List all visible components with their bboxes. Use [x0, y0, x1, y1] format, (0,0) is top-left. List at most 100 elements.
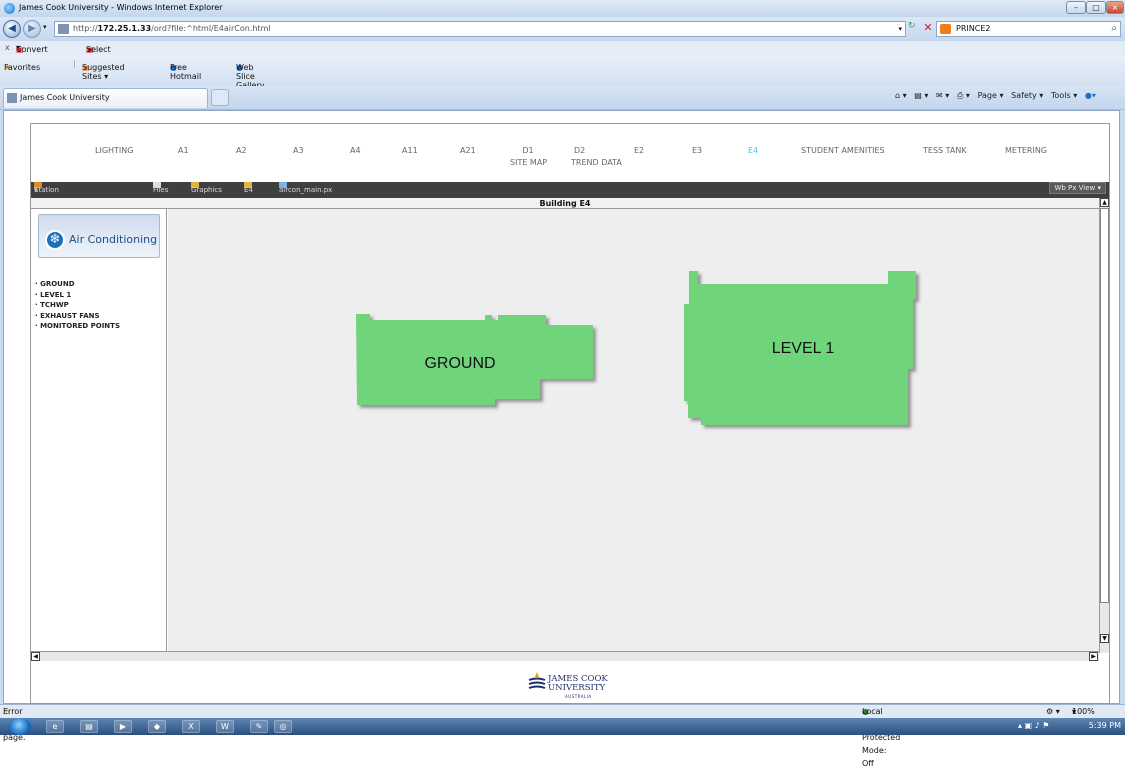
air-conditioning-banner: ❄ Air Conditioning — [38, 214, 160, 258]
excel-taskbar-icon[interactable]: X — [182, 720, 200, 733]
status-bar: ⚠ Error on page. ● Local intranet | Prot… — [0, 704, 1125, 768]
maximize-button[interactable]: □ — [1086, 1, 1106, 14]
divider: | — [73, 59, 76, 68]
building-nav: LIGHTING A1 A2 A3 A4 A11 A21 D1 SITE MAP… — [31, 124, 1109, 182]
vertical-scrollbar[interactable]: ▲ ▼ — [1099, 198, 1109, 653]
convert-toolbar: x ▣ Convert ▾ ▣ Select — [0, 41, 1125, 55]
nav-e2[interactable]: E2 — [634, 145, 644, 157]
nav-metering[interactable]: METERING — [1005, 145, 1047, 157]
explorer-taskbar-icon[interactable]: ▤ — [80, 720, 98, 733]
minimize-button[interactable]: – — [1066, 1, 1086, 14]
zone-text: Local intranet | Protected Mode: Off — [862, 707, 901, 768]
zoom-control[interactable]: ⌕ 100% ▾ — [1072, 705, 1095, 718]
mail-icon[interactable]: ✉ ▾ — [936, 91, 949, 100]
logo-line-2: UNIVERSITY — [548, 683, 606, 693]
forward-button[interactable]: ▶ — [23, 20, 41, 38]
nav-a21[interactable]: A21 — [460, 145, 476, 157]
tab-james-cook-university[interactable]: James Cook University — [3, 88, 208, 108]
select-label: Select — [86, 45, 111, 54]
jcu-logo[interactable]: JAMES COOK UNIVERSITY AUSTRALIA — [528, 670, 618, 700]
menu-item-ground[interactable]: · GROUND — [35, 279, 120, 290]
panel-title: Air Conditioning — [69, 233, 158, 246]
zoom-text: 100% — [1072, 707, 1095, 716]
start-button[interactable] — [9, 718, 31, 735]
breadcrumb-station[interactable]: Station (JCU_BMS_Server) ▾ — [34, 182, 97, 210]
address-field[interactable]: http://172.25.1.33/ord?file:^html/E4airC… — [54, 21, 906, 37]
tab-row: James Cook University ⌂ ▾ ▤ ▾ ✉ ▾ ⎙ ▾ Pa… — [0, 86, 1125, 110]
print-icon[interactable]: ⎙ ▾ — [957, 91, 970, 100]
safety-menu[interactable]: Safety ▾ — [1011, 91, 1043, 100]
tools-menu[interactable]: Tools ▾ — [1051, 91, 1077, 100]
nav-trend-data[interactable]: TREND DATA — [571, 157, 622, 169]
horizontal-scrollbar[interactable]: ◀ ▶ — [31, 651, 1099, 661]
nav-a11[interactable]: A11 — [402, 145, 418, 157]
ground-label[interactable]: GROUND — [424, 355, 495, 372]
nav-site-map[interactable]: SITE MAP — [510, 158, 547, 167]
search-provider-icon — [940, 24, 951, 34]
site-icon — [7, 93, 17, 103]
feeds-icon[interactable]: ▤ ▾ — [914, 91, 928, 100]
nav-a3[interactable]: A3 — [293, 145, 304, 157]
left-panel: ❄ Air Conditioning · GROUND · LEVEL 1 · … — [31, 209, 167, 651]
wb-px-view-dropdown[interactable]: Wb Px View ▾ — [1049, 182, 1106, 194]
help-icon[interactable]: ●▾ — [1085, 91, 1096, 100]
home-icon[interactable]: ⌂ ▾ — [895, 91, 907, 100]
media-taskbar-icon[interactable]: ▶ — [114, 720, 132, 733]
bms-frame: LIGHTING A1 A2 A3 A4 A11 A21 D1 SITE MAP… — [30, 123, 1110, 704]
browser-window: James Cook University - Windows Internet… — [0, 0, 1125, 768]
favorite-label-suggested: Suggested Sites ▾ — [82, 63, 125, 81]
nav-e3[interactable]: E3 — [692, 145, 702, 157]
paint-taskbar-icon[interactable]: ✎ — [250, 720, 268, 733]
nav-student-amenities[interactable]: STUDENT AMENITIES — [801, 145, 885, 157]
menu-item-level-1[interactable]: · LEVEL 1 — [35, 290, 120, 301]
nav-e4[interactable]: E4 — [748, 145, 758, 157]
nav-d1[interactable]: D1 SITE MAP — [510, 145, 547, 169]
page-footer: JAMES COOK UNIVERSITY AUSTRALIA — [31, 661, 1109, 703]
new-tab-button[interactable] — [211, 89, 229, 106]
favorite-label-hotmail: Free Hotmail — [170, 63, 202, 81]
close-toolbar-button[interactable]: x — [5, 43, 10, 52]
jcu-crest-icon — [528, 672, 546, 689]
convert-button[interactable]: ▣ Convert ▾ — [16, 43, 48, 54]
nav-a1[interactable]: A1 — [178, 145, 189, 157]
page-menu[interactable]: Page ▾ — [978, 91, 1004, 100]
scroll-up-button[interactable]: ▲ — [1100, 198, 1109, 207]
protected-mode-icon[interactable]: ⚙ ▾ — [1046, 705, 1060, 718]
nav-a4[interactable]: A4 — [350, 145, 361, 157]
scroll-left-button[interactable]: ◀ — [31, 652, 40, 661]
nav-lighting[interactable]: LIGHTING — [95, 145, 133, 157]
search-icon[interactable]: ⌕ — [1111, 22, 1117, 36]
tray-icons[interactable]: ▴ ▣ ♪ ⚑ — [1018, 721, 1049, 730]
breadcrumb-aircon-label: aircon_main.px — [279, 186, 333, 194]
breadcrumb-graphics-label: Graphics — [191, 186, 222, 194]
menu-item-tchwp[interactable]: · TCHWP — [35, 300, 120, 311]
level-1-label[interactable]: LEVEL 1 — [772, 340, 835, 357]
vertical-scroll-thumb[interactable] — [1100, 208, 1109, 603]
tab-title: James Cook University — [20, 93, 110, 102]
app-taskbar-icon[interactable]: ◆ — [148, 720, 166, 733]
word-taskbar-icon[interactable]: W — [216, 720, 234, 733]
refresh-icon[interactable]: ↻ — [908, 21, 916, 31]
nav-d1-label: D1 — [522, 146, 534, 155]
back-button[interactable]: ◀ — [3, 20, 21, 38]
menu-item-exhaust-fans[interactable]: · EXHAUST FANS — [35, 311, 120, 322]
breadcrumb-files-label: Files — [153, 186, 169, 194]
menu-item-monitored-points[interactable]: · MONITORED POINTS — [35, 321, 120, 332]
ie-taskbar-icon[interactable]: e — [46, 720, 64, 733]
address-row: ◀ ▶ ▾ http://172.25.1.33/ord?file:^html/… — [0, 17, 1125, 41]
address-dropdown-icon[interactable]: ▾ — [898, 22, 902, 36]
clock[interactable]: 5:39 PM — [1089, 721, 1121, 730]
close-window-button[interactable]: × — [1106, 1, 1124, 14]
window-title: James Cook University - Windows Internet… — [19, 3, 223, 12]
nav-tess-tank[interactable]: TESS TANK — [923, 145, 967, 157]
station-breadcrumb: Station (JCU_BMS_Server) ▾ Files Graphic… — [31, 182, 1109, 210]
stop-icon[interactable]: ✕ — [921, 20, 935, 35]
chrome-taskbar-icon[interactable]: ◎ — [274, 720, 292, 733]
scroll-down-button[interactable]: ▼ — [1100, 634, 1109, 643]
scroll-right-button[interactable]: ▶ — [1089, 652, 1098, 661]
search-input[interactable]: PRINCE2 ⌕ — [936, 21, 1121, 37]
snowflake-icon: ❄ — [45, 230, 65, 250]
history-dropdown-icon[interactable]: ▾ — [43, 23, 47, 31]
nav-d2[interactable]: D2 — [574, 145, 585, 157]
nav-a2[interactable]: A2 — [236, 145, 247, 157]
